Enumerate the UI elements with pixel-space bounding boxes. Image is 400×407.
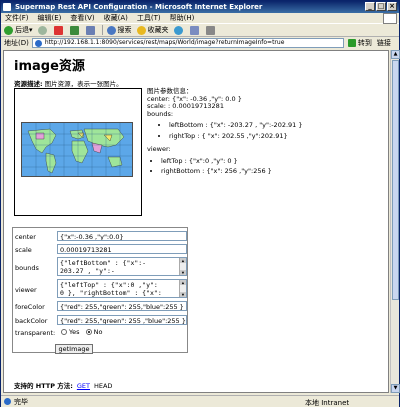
transparent-label: transparent:	[15, 329, 56, 337]
menu-view[interactable]: 查看(V)	[70, 13, 94, 23]
refresh-button[interactable]	[69, 25, 81, 35]
viewer-label: viewer:	[147, 145, 171, 153]
close-button[interactable]: ×	[387, 2, 397, 11]
center-input[interactable]: {"x":-0.36 ,"y":0.0}	[57, 231, 187, 241]
go-arrow-icon	[347, 39, 356, 47]
resource-description: 资源描述: 图片资源，表示一张图片。	[14, 80, 123, 88]
image-info: 图片参数信息： center: {"x": -0.36 ,"y": 0.0 } …	[147, 87, 387, 180]
toolbar: 后退 ▾ 搜索 收藏夹	[1, 24, 399, 37]
menu-favorites[interactable]: 收藏(A)	[104, 13, 128, 23]
menu-edit[interactable]: 编辑(E)	[38, 13, 62, 23]
transparent-options: Yes No	[57, 328, 102, 336]
scale-info: scale: : 0.00019713281	[147, 102, 224, 110]
star-icon	[136, 25, 146, 35]
print-button[interactable]	[205, 25, 217, 35]
scroll-up-icon[interactable]: ▲	[391, 50, 400, 59]
map-image-frame	[14, 88, 142, 216]
vertical-scrollbar[interactable]: ▲ ▼	[390, 50, 400, 393]
bounds-scrollbar[interactable]: ▲ ▼	[179, 258, 186, 275]
favorites-button[interactable]: 收藏夹	[136, 25, 169, 35]
viewer-scrollbar[interactable]: ▲ ▼	[179, 280, 186, 297]
scroll-thumb[interactable]	[392, 60, 399, 300]
address-bar: 地址(D) http://192.168.1.1:8090/services/r…	[1, 37, 399, 49]
world-map-image	[21, 122, 133, 177]
maximize-button[interactable]: □	[376, 2, 386, 11]
stop-button[interactable]	[53, 25, 65, 35]
links-label[interactable]: 链接	[377, 38, 391, 48]
forecolor-input[interactable]: {"red": 255,"green": 255,"blue":255 }	[57, 301, 187, 311]
address-input[interactable]: http://192.168.1.1:8090/services/rest/ma…	[31, 38, 344, 48]
status-bar: 完毕 本地 Intranet	[1, 395, 399, 407]
page-content: image资源 资源描述: 图片资源，表示一张图片。 图片参数信息： cente…	[3, 50, 389, 393]
page-icon	[34, 40, 42, 47]
back-arrow-icon	[4, 25, 13, 35]
menu-file[interactable]: 文件(F)	[5, 13, 29, 23]
mail-button[interactable]	[189, 25, 201, 35]
scale-label: scale	[15, 246, 32, 254]
bounds-field-label: bounds	[15, 264, 39, 272]
head-method: HEAD	[93, 382, 113, 390]
ie-icon	[3, 3, 11, 11]
title-bar: Supermap Rest API Configuration - Micros…	[1, 1, 399, 13]
center-label: center	[15, 233, 36, 241]
stop-icon	[53, 25, 63, 35]
page-title: image资源	[14, 59, 85, 74]
security-zone: 本地 Intranet	[305, 399, 350, 407]
forward-button[interactable]	[37, 25, 49, 35]
refresh-icon	[69, 25, 79, 35]
search-button[interactable]: 搜索	[106, 25, 132, 35]
scale-input[interactable]: 0.00019713281	[57, 244, 187, 254]
forward-arrow-icon	[37, 25, 47, 35]
menu-bar: 文件(F) 编辑(E) 查看(V) 收藏(A) 工具(T) 帮助(H)	[1, 13, 399, 24]
home-icon	[85, 25, 95, 35]
viewer-left-top: leftTop : {"x":0 ,"y": 0 }	[161, 157, 387, 166]
get-image-button[interactable]: getImage	[55, 344, 93, 354]
toolbar-divider	[101, 25, 103, 35]
transparent-yes-radio[interactable]	[61, 329, 67, 335]
get-method-link[interactable]: GET	[77, 382, 90, 390]
browser-window: Supermap Rest API Configuration - Micros…	[0, 0, 400, 407]
address-label: 地址(D)	[4, 39, 29, 47]
image-params-form: center {"x":-0.36 ,"y":0.0} scale 0.0001…	[12, 227, 188, 354]
menu-tools[interactable]: 工具(T)	[137, 13, 161, 23]
viewer-right-bottom: rightBottom : {"x": 256 ,"y":256 }	[161, 167, 387, 176]
status-text: 完毕	[14, 397, 28, 406]
search-icon	[106, 25, 116, 35]
transparent-no-radio[interactable]	[85, 329, 92, 335]
bounds-right-top: rightTop : { "x": 202.55 ,"y":202.91}	[169, 132, 387, 141]
viewer-textarea[interactable]: {"leftTop" : {"x":0 ,"y": 0 }, "rightBot…	[57, 279, 187, 298]
scroll-down-icon[interactable]: ▼	[391, 384, 400, 393]
minimize-button[interactable]: _	[365, 2, 375, 11]
history-button[interactable]	[173, 25, 185, 35]
go-button[interactable]: 转到	[347, 38, 372, 48]
supported-methods-label: 支持的 HTTP 方法:	[14, 382, 73, 390]
window-title: Supermap Rest API Configuration - Micros…	[15, 3, 263, 11]
menu-help[interactable]: 帮助(H)	[170, 13, 195, 23]
mail-icon	[189, 25, 199, 35]
history-icon	[173, 25, 183, 35]
backcolor-input[interactable]: {"red": 255,"green": 255 ,"blue":255 }	[57, 315, 187, 325]
viewer-field-label: viewer	[15, 286, 37, 294]
viewer-list: leftTop : {"x":0 ,"y": 0 } rightBottom :…	[147, 157, 387, 176]
bounds-label: bounds:	[147, 109, 174, 118]
back-button[interactable]: 后退 ▾	[4, 25, 33, 35]
bounds-textarea[interactable]: {"leftBottom" : {"x":- 203.27 , "y":- ▲ ▼	[57, 257, 187, 276]
windows-logo-icon	[383, 13, 397, 24]
bounds-left-bottom: leftBottom : {"x": -203.27 , "y":-202.91…	[169, 121, 387, 130]
home-button[interactable]	[85, 25, 97, 35]
printer-icon	[205, 25, 215, 35]
ie-page-icon	[4, 398, 11, 405]
forecolor-label: foreColor	[15, 303, 45, 311]
supported-methods: 支持的 HTTP 方法: GET HEAD	[14, 380, 112, 390]
backcolor-label: backColor	[15, 317, 48, 325]
bounds-list: leftBottom : {"x": -203.27 , "y":-202.91…	[147, 121, 387, 141]
